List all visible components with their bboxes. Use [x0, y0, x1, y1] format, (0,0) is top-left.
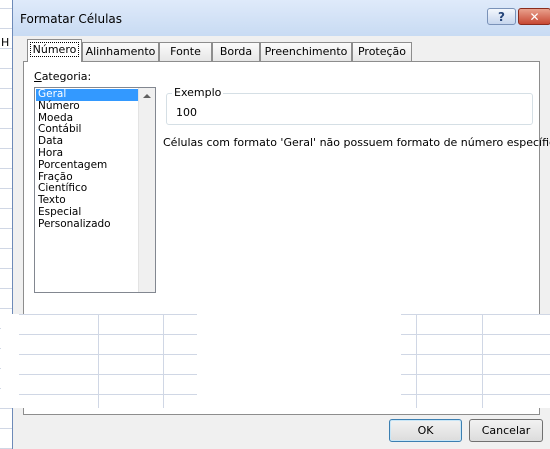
gridline	[0, 148, 12, 149]
tab-label: Alinhamento	[85, 45, 156, 58]
format-cells-dialog: Formatar Células ? ✕ Número Alinhamento …	[1, 0, 550, 449]
gridline	[0, 28, 12, 29]
tab-fonte[interactable]: Fonte	[159, 42, 212, 61]
tab-label: Borda	[219, 45, 253, 58]
sample-value: 100	[176, 106, 197, 119]
gridline	[0, 268, 12, 269]
help-button[interactable]: ?	[487, 8, 516, 25]
gridline	[0, 128, 12, 129]
gridline	[0, 108, 12, 109]
background-spreadsheet: H	[0, 0, 12, 449]
help-icon: ?	[498, 9, 505, 24]
number-tab-panel: Categoria: Geral Número Moeda Contábil D…	[23, 61, 550, 415]
dialog-content: Número Alinhamento Fonte Borda Preenchim…	[1, 36, 550, 449]
gridline	[0, 168, 12, 169]
tab-label: Proteção	[357, 45, 407, 58]
category-item-hora[interactable]: Hora	[36, 147, 138, 160]
category-item-numero[interactable]: Número	[36, 100, 138, 113]
close-icon: ✕	[529, 9, 540, 24]
gridline	[0, 428, 12, 429]
title-bar[interactable]: Formatar Células ? ✕	[13, 0, 550, 36]
category-label-accel: C	[34, 70, 42, 83]
scroll-up-arrow-icon[interactable]	[139, 88, 155, 104]
gridline	[0, 228, 12, 229]
category-label: Categoria:	[34, 70, 91, 83]
gridline	[0, 328, 12, 329]
tab-alinhamento[interactable]: Alinhamento	[82, 42, 159, 61]
tab-label: Preenchimento	[264, 45, 348, 58]
gridline	[0, 48, 12, 49]
category-scrollbar[interactable]	[138, 88, 155, 292]
tab-numero[interactable]: Número	[27, 39, 82, 62]
format-description: Células com formato 'Geral' não possuem …	[163, 136, 550, 149]
gridline	[0, 408, 12, 409]
gridline	[0, 188, 12, 189]
gridline	[0, 348, 12, 349]
tab-label: Número	[29, 42, 80, 57]
gridline	[0, 388, 12, 389]
gridline	[0, 308, 12, 309]
tab-borda[interactable]: Borda	[212, 42, 260, 61]
dialog-title: Formatar Células	[20, 12, 123, 26]
category-item-especial[interactable]: Especial	[36, 206, 138, 219]
gridline	[0, 208, 12, 209]
gridline	[0, 368, 12, 369]
category-list[interactable]: Geral Número Moeda Contábil Data Hora Po…	[34, 87, 156, 293]
sample-legend: Exemplo	[172, 86, 224, 99]
tab-label: Fonte	[170, 45, 201, 58]
gridline	[0, 88, 12, 89]
gridline	[0, 248, 12, 249]
cancel-button[interactable]: Cancelar	[469, 419, 543, 442]
tab-preenchimento[interactable]: Preenchimento	[260, 42, 352, 61]
close-button[interactable]: ✕	[518, 8, 550, 25]
category-items: Geral Número Moeda Contábil Data Hora Po…	[36, 88, 138, 231]
category-item-personalizado[interactable]: Personalizado	[36, 218, 138, 231]
category-label-rest: ategoria:	[41, 70, 92, 83]
ok-button[interactable]: OK	[389, 419, 462, 442]
gridline	[0, 68, 12, 69]
category-item-porcentagem[interactable]: Porcentagem	[36, 159, 138, 172]
tab-protecao[interactable]: Proteção	[352, 42, 412, 61]
gridline	[0, 8, 12, 9]
gridline	[0, 288, 12, 289]
